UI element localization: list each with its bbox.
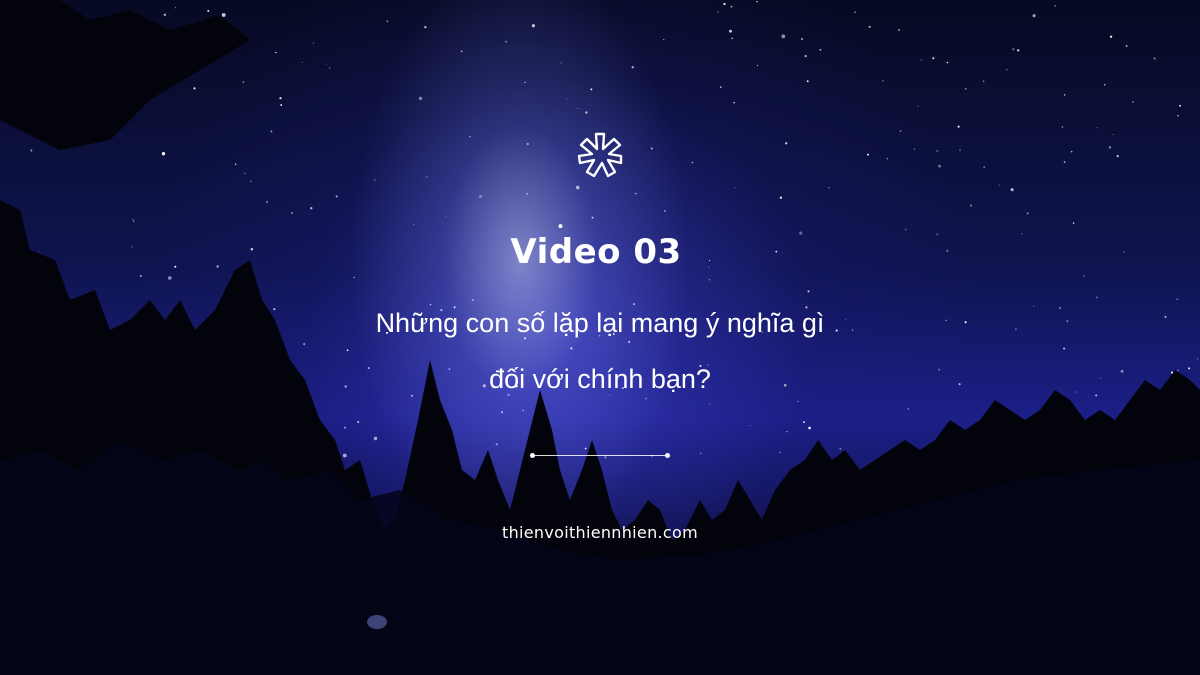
subtitle-line-2: đối với chính bạn?: [489, 364, 711, 394]
video-title: Video 03: [510, 232, 682, 272]
slide-content: Video 03 Những con số lặp lại mang ý ngh…: [0, 0, 1200, 675]
divider-line: [533, 455, 667, 456]
divider-dot-right: [665, 453, 670, 458]
divider-dot-left: [530, 453, 535, 458]
slide-background: Video 03 Những con số lặp lại mang ý ngh…: [0, 0, 1200, 675]
website-url: thienvoithiennhien.com: [502, 523, 698, 542]
subtitle-line-1: Những con số lặp lại mang ý nghĩa gì: [375, 308, 825, 338]
asterisk-logo-icon: [577, 132, 623, 178]
